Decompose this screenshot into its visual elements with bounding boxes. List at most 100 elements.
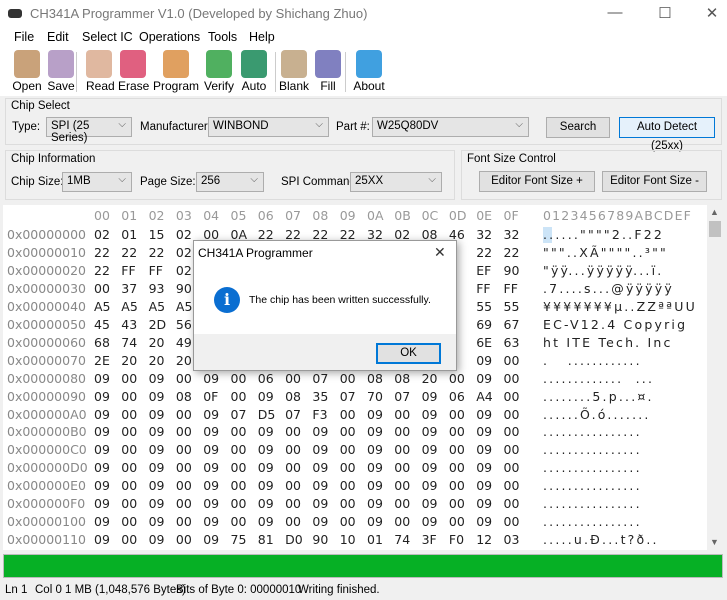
hex-byte: 00 — [448, 514, 465, 530]
manufacturer-select[interactable]: WINBOND ⌵ — [208, 117, 329, 137]
hex-byte: 09 — [421, 406, 438, 422]
vertical-scrollbar[interactable]: ▲ ▼ — [707, 205, 723, 550]
hex-byte: 00 — [175, 424, 192, 440]
hex-byte: 09 — [312, 478, 329, 494]
menu-help[interactable]: Help — [249, 30, 275, 44]
hex-byte: 09 — [148, 406, 165, 422]
row-offset: 0x00000100 — [7, 514, 86, 530]
toolbar-open-button[interactable]: Open — [12, 50, 42, 93]
hex-byte: 00 — [285, 460, 301, 476]
hex-column-header: 03 — [175, 208, 192, 223]
hex-column-header: 0E — [476, 208, 493, 223]
toolbar-blank-button[interactable]: Blank — [279, 50, 309, 93]
hex-byte: 00 — [121, 370, 138, 386]
hex-byte: 00 — [503, 388, 520, 404]
toolbar-auto-button[interactable]: Auto — [240, 50, 268, 93]
hex-byte: 09 — [476, 496, 493, 512]
scroll-down-icon[interactable]: ▼ — [710, 537, 719, 547]
chip-size-select[interactable]: 1MB ⌵ — [62, 172, 132, 192]
spi-command-select[interactable]: 25XX ⌵ — [350, 172, 442, 192]
ascii-text: """..XÃ""""..³"" — [543, 244, 668, 260]
hex-byte: 00 — [230, 370, 247, 386]
hex-byte: 09 — [148, 478, 165, 494]
minimize-button[interactable]: — — [600, 4, 630, 21]
paint-bucket-icon — [315, 50, 341, 78]
hex-byte: 09 — [148, 514, 165, 530]
hex-byte: 00 — [285, 370, 301, 386]
hex-column-header: 0D — [448, 208, 467, 223]
hex-byte: 22 — [503, 244, 520, 260]
search-button[interactable]: Search — [546, 117, 610, 138]
hex-byte: 09 — [203, 496, 220, 512]
hex-byte: 07 — [312, 370, 329, 386]
hex-byte: FF — [503, 280, 518, 296]
ok-button[interactable]: OK — [376, 343, 441, 364]
row-offset: 0x000000C0 — [7, 442, 87, 458]
ascii-text: ............. ... — [543, 370, 655, 386]
hex-byte: 00 — [339, 406, 356, 422]
hex-byte: D5 — [257, 406, 276, 422]
maximize-button[interactable]: ☐ — [650, 4, 680, 22]
hex-byte: 09 — [94, 532, 110, 548]
type-select[interactable]: SPI (25 Series) ⌵ — [46, 117, 132, 144]
hex-byte: FF — [148, 262, 163, 278]
menu-file[interactable]: File — [14, 30, 34, 44]
menu-operations[interactable]: Operations — [139, 30, 200, 44]
page-size-select[interactable]: 256 ⌵ — [196, 172, 264, 192]
hex-byte: 63 — [503, 334, 520, 350]
hex-byte: 09 — [367, 424, 383, 440]
hex-byte: 09 — [148, 424, 165, 440]
ascii-text: EC-V12.4 Copyrig — [543, 316, 688, 332]
hex-byte: A5 — [148, 298, 166, 314]
hex-byte: 02 — [94, 227, 110, 242]
hex-byte: 09 — [203, 514, 220, 530]
hex-byte: 09 — [148, 532, 165, 548]
auto-detect-button[interactable]: Auto Detect (25xx) — [619, 117, 715, 152]
hex-byte: 00 — [448, 442, 465, 458]
scroll-thumb[interactable] — [709, 221, 721, 237]
hex-byte: 09 — [312, 496, 329, 512]
hex-byte: 00 — [503, 370, 520, 386]
hex-byte: 93 — [148, 280, 165, 296]
menu-tools[interactable]: Tools — [208, 30, 237, 44]
toolbar-label: Program — [153, 79, 200, 93]
toolbar-program-button[interactable]: Program — [153, 50, 199, 93]
scroll-up-icon[interactable]: ▲ — [710, 207, 719, 217]
status-size: 1 MB (1,048,576 Bytes) — [65, 584, 186, 596]
hex-byte: 32 — [503, 227, 520, 242]
close-button[interactable]: ✕ — [697, 4, 727, 22]
menu-select-ic[interactable]: Select IC — [82, 30, 133, 44]
hex-byte: 08 — [285, 388, 301, 404]
hex-byte: 55 — [476, 298, 493, 314]
toolbar-erase-button[interactable]: Erase — [118, 50, 149, 93]
hex-byte: 32 — [476, 227, 493, 242]
hex-byte: 00 — [448, 478, 465, 494]
toolbar-about-button[interactable]: About — [352, 50, 386, 93]
ascii-text: ................ — [543, 496, 642, 512]
row-offset: 0x00000050 — [7, 316, 86, 332]
hex-byte: 37 — [121, 280, 138, 296]
manufacturer-label: Manufacturer: — [140, 121, 211, 133]
page-size-label: Page Size: — [140, 176, 196, 188]
hex-byte: 02 — [175, 262, 192, 278]
dialog-close-button[interactable]: ✕ — [434, 244, 446, 261]
ascii-text: ht ITE Tech. Inc — [543, 334, 673, 350]
font-size-decrease-button[interactable]: Editor Font Size - — [602, 171, 707, 192]
hex-byte: 09 — [476, 514, 493, 530]
toolbar-fill-button[interactable]: Fill — [315, 50, 341, 93]
hex-byte: 09 — [476, 442, 493, 458]
eraser-icon — [120, 50, 146, 78]
toolbar-read-button[interactable]: Read — [86, 50, 115, 93]
hex-byte: A5 — [94, 298, 111, 314]
hex-byte: 00 — [285, 442, 301, 458]
menu-edit[interactable]: Edit — [47, 30, 69, 44]
app-icon — [8, 9, 22, 18]
hex-byte: 09 — [257, 496, 274, 512]
hex-byte: 20 — [148, 334, 165, 350]
font-size-increase-button[interactable]: Editor Font Size + — [479, 171, 595, 192]
part-select[interactable]: W25Q80DV ⌵ — [372, 117, 529, 137]
toolbar-verify-button[interactable]: Verify — [204, 50, 234, 93]
hex-byte: 01 — [367, 532, 383, 548]
status-col: Col 0 — [35, 584, 62, 596]
toolbar-save-button[interactable]: Save — [46, 50, 76, 93]
